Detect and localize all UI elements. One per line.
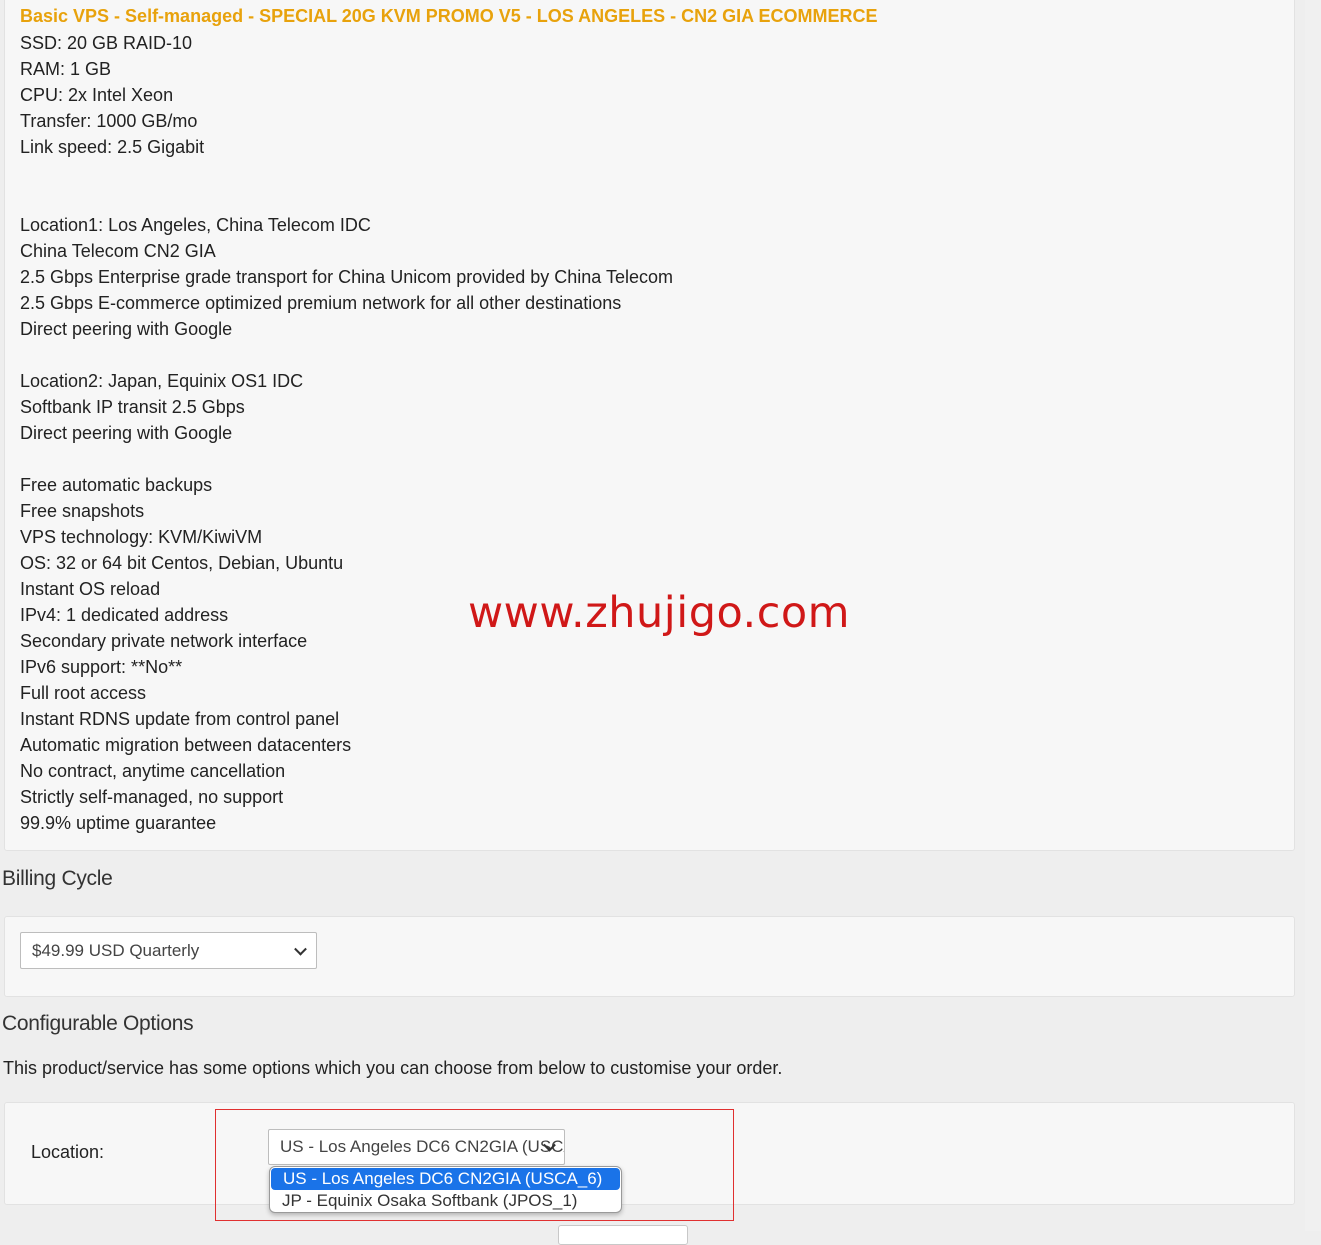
billing-cycle-heading: Billing Cycle (2, 867, 113, 890)
feature-line: IPv6 support: **No** (20, 657, 183, 677)
billing-cycle-value: $49.99 USD Quarterly (32, 941, 200, 960)
feature-line (20, 160, 673, 186)
feature-line (20, 446, 673, 472)
feature-line: No contract, anytime cancellation (20, 761, 286, 781)
feature-line: 2.5 Gbps E-commerce optimized premium ne… (20, 293, 622, 313)
feature-line: Softbank IP transit 2.5 Gbps (20, 397, 245, 417)
feature-line (20, 342, 673, 368)
chevron-down-icon (294, 942, 307, 956)
feature-line: Free automatic backups (20, 475, 213, 495)
feature-line: Automatic migration between datacenters (20, 735, 352, 755)
feature-line: OS: 32 or 64 bit Centos, Debian, Ubuntu (20, 553, 344, 573)
feature-line: CPU: 2x Intel Xeon (20, 85, 174, 105)
feature-line: China Telecom CN2 GIA (20, 241, 216, 261)
location-option-usca6[interactable]: US - Los Angeles DC6 CN2GIA (USCA_6) (271, 1168, 620, 1190)
feature-line: Free snapshots (20, 501, 145, 521)
feature-line: Transfer: 1000 GB/mo (20, 111, 198, 131)
product-title: Basic VPS - Self-managed - SPECIAL 20G K… (20, 6, 878, 26)
feature-line (20, 186, 673, 212)
feature-line: Location2: Japan, Equinix OS1 IDC (20, 371, 304, 391)
configurable-options-description: This product/service has some options wh… (3, 1058, 783, 1078)
page-scrollbar-track[interactable] (1305, 0, 1321, 1231)
location-select-value: US - Los Angeles DC6 CN2GIA (USCA_6) (280, 1137, 564, 1156)
configurable-options-heading: Configurable Options (2, 1012, 194, 1035)
location-select[interactable]: US - Los Angeles DC6 CN2GIA (USCA_6) (268, 1129, 565, 1165)
next-option-control[interactable] (558, 1225, 688, 1245)
feature-line: SSD: 20 GB RAID-10 (20, 33, 193, 53)
feature-line: Full root access (20, 683, 147, 703)
billing-cycle-select[interactable]: $49.99 USD Quarterly (20, 932, 317, 969)
site-watermark: www.zhujigo.com (468, 588, 851, 638)
location-dropdown-menu: US - Los Angeles DC6 CN2GIA (USCA_6) JP … (269, 1166, 622, 1213)
feature-line: Location1: Los Angeles, China Telecom ID… (20, 215, 371, 235)
feature-line: Link speed: 2.5 Gigabit (20, 137, 205, 157)
feature-line: Instant RDNS update from control panel (20, 709, 340, 729)
feature-line: VPS technology: KVM/KiwiVM (20, 527, 263, 547)
location-option-jpos1[interactable]: JP - Equinix Osaka Softbank (JPOS_1) (270, 1190, 621, 1212)
product-feature-list: SSD: 20 GB RAID-10 RAM: 1 GB CPU: 2x Int… (20, 30, 673, 836)
feature-line: Strictly self-managed, no support (20, 787, 284, 807)
configurable-options-panel (4, 1102, 1295, 1205)
feature-line: RAM: 1 GB (20, 59, 112, 79)
feature-line: Direct peering with Google (20, 319, 233, 339)
feature-line: Direct peering with Google (20, 423, 233, 443)
feature-line: 2.5 Gbps Enterprise grade transport for … (20, 267, 674, 287)
location-label: Location: (31, 1142, 105, 1162)
feature-line: 99.9% uptime guarantee (20, 813, 217, 833)
